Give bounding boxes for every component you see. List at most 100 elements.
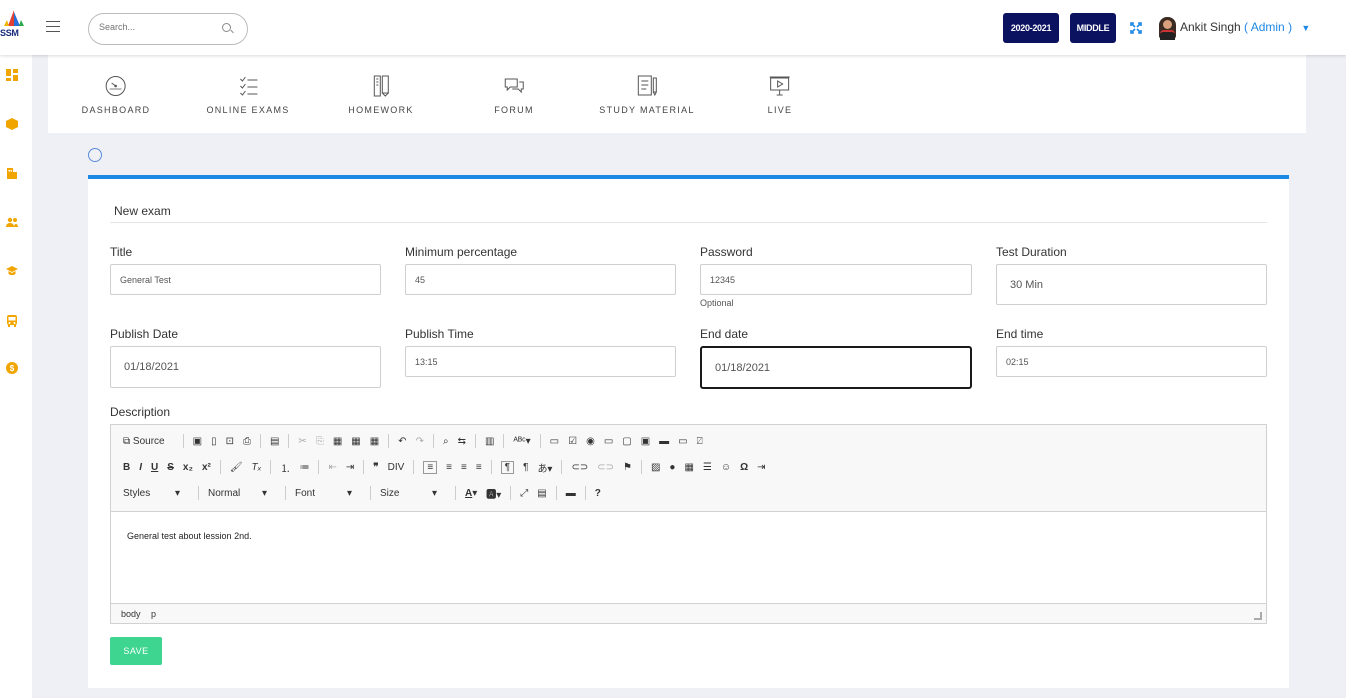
paste-word-icon[interactable]: ▦ bbox=[370, 436, 379, 447]
save-button[interactable]: SAVE bbox=[110, 637, 162, 665]
nav-forum[interactable]: FORUM bbox=[494, 75, 534, 115]
checkbox-icon[interactable]: ☑ bbox=[568, 436, 577, 447]
nav-dashboard[interactable]: DASHBOARD bbox=[82, 75, 151, 115]
copy-icon[interactable]: ⎘ bbox=[316, 436, 324, 447]
search-input[interactable] bbox=[99, 22, 209, 32]
unlink-icon[interactable]: ⊂⊃ bbox=[597, 462, 614, 473]
fullscreen-icon[interactable] bbox=[1130, 22, 1142, 34]
smiley-icon[interactable]: ☺ bbox=[721, 462, 731, 473]
numbered-list-icon[interactable]: ⒈ bbox=[280, 460, 290, 475]
styles-combo[interactable]: Styles ▾ bbox=[123, 488, 189, 499]
print-icon[interactable]: ⎙ bbox=[243, 436, 251, 447]
source-button[interactable]: ⧉ Source bbox=[123, 436, 174, 447]
button-field-icon[interactable]: ▬ bbox=[659, 436, 669, 447]
redo-icon[interactable]: ↷ bbox=[416, 436, 424, 447]
table-icon[interactable]: ▦ bbox=[684, 462, 693, 473]
form-icon[interactable]: ▭ bbox=[550, 436, 559, 447]
page-break-icon[interactable]: ⇥ bbox=[757, 462, 765, 473]
font-combo[interactable]: Font ▾ bbox=[295, 488, 361, 499]
back-icon[interactable] bbox=[88, 148, 102, 162]
menu-toggle-icon[interactable] bbox=[46, 21, 60, 32]
title-input[interactable]: General Test bbox=[110, 264, 381, 295]
find-icon[interactable]: ⌕ bbox=[443, 436, 449, 447]
italic-icon[interactable]: I bbox=[139, 462, 142, 473]
caret-down-icon[interactable]: ▼ bbox=[1301, 23, 1310, 33]
help-icon[interactable]: ? bbox=[595, 488, 601, 499]
flash-icon[interactable]: ● bbox=[669, 462, 675, 473]
app-logo[interactable]: SSM bbox=[0, 10, 28, 42]
image-button-icon[interactable]: ▭ bbox=[678, 436, 687, 447]
end-date-input[interactable]: 01/18/2021 bbox=[700, 346, 972, 389]
copy-format-icon[interactable]: 🖌 bbox=[230, 462, 243, 473]
path-body[interactable]: body bbox=[121, 609, 141, 619]
coin-icon[interactable]: $ bbox=[6, 362, 18, 374]
publish-time-input[interactable]: 13:15 bbox=[405, 346, 676, 377]
anchor-flag-icon[interactable]: ⚑ bbox=[623, 462, 632, 473]
password-input[interactable]: 12345 bbox=[700, 264, 972, 295]
spellcheck-icon[interactable]: ᴬᴮᶜ▾ bbox=[513, 436, 530, 447]
link-icon[interactable]: ⊂⊃ bbox=[571, 462, 588, 473]
radio-icon[interactable]: ◉ bbox=[586, 436, 595, 447]
preview-icon[interactable]: ⊡ bbox=[226, 436, 234, 447]
resize-grip-icon[interactable] bbox=[1254, 612, 1262, 620]
rtl-icon[interactable]: ¶ bbox=[523, 462, 528, 473]
textarea-icon[interactable]: ▢ bbox=[622, 436, 631, 447]
cut-icon[interactable]: ✂ bbox=[298, 436, 306, 447]
publish-date-input[interactable]: 01/18/2021 bbox=[110, 346, 381, 388]
session-year-button[interactable]: 2020-2021 bbox=[1003, 13, 1059, 43]
search-icon[interactable] bbox=[222, 23, 231, 32]
div-container-icon[interactable]: DIV bbox=[388, 462, 405, 473]
min-percentage-input[interactable]: 45 bbox=[405, 264, 676, 295]
horizontal-line-icon[interactable]: ☰ bbox=[703, 462, 712, 473]
align-right-icon[interactable]: ≡ bbox=[461, 462, 467, 473]
size-combo[interactable]: Size ▾ bbox=[380, 488, 446, 499]
user-menu[interactable]: Ankit Singh ( Admin ) ▼ bbox=[1180, 20, 1310, 34]
users-icon[interactable] bbox=[6, 216, 18, 228]
special-char-icon[interactable]: Ω bbox=[740, 462, 748, 473]
bulleted-list-icon[interactable]: ≔ bbox=[299, 462, 309, 473]
undo-icon[interactable]: ↶ bbox=[398, 436, 406, 447]
duration-input[interactable]: 30 Min bbox=[996, 264, 1267, 305]
underline-icon[interactable]: U bbox=[151, 462, 158, 473]
replace-icon[interactable]: ⇆ bbox=[458, 436, 466, 447]
image-icon[interactable]: ▨ bbox=[651, 462, 660, 473]
search-box[interactable] bbox=[88, 13, 248, 45]
nav-study-material[interactable]: STUDY MATERIAL bbox=[599, 75, 694, 115]
justify-icon[interactable]: ≡ bbox=[476, 462, 482, 473]
path-p[interactable]: p bbox=[151, 609, 156, 619]
ltr-icon[interactable]: ¶ bbox=[500, 460, 515, 474]
maximize-icon[interactable]: ⤢ bbox=[520, 488, 528, 499]
text-color-icon[interactable]: A▾ bbox=[465, 488, 477, 499]
language-icon[interactable]: あ▾ bbox=[537, 460, 552, 475]
cube-icon[interactable] bbox=[6, 118, 18, 130]
paste-icon[interactable]: ▦ bbox=[333, 436, 342, 447]
dashboard-icon[interactable] bbox=[6, 69, 18, 81]
avatar[interactable] bbox=[1159, 17, 1176, 40]
nav-live[interactable]: LIVE bbox=[768, 75, 793, 115]
about-icon[interactable]: ▬ bbox=[566, 488, 576, 499]
align-center-icon[interactable]: ≡ bbox=[446, 462, 452, 473]
graduation-cap-icon[interactable] bbox=[6, 265, 18, 277]
new-page-icon[interactable]: ▯ bbox=[211, 436, 217, 447]
paste-text-icon[interactable]: ▦ bbox=[351, 436, 360, 447]
bold-icon[interactable]: B bbox=[123, 462, 130, 473]
editor-content[interactable]: General test about lession 2nd. bbox=[127, 531, 252, 541]
templates-icon[interactable]: ▤ bbox=[270, 436, 279, 447]
bg-color-icon[interactable]: 🅰▾ bbox=[486, 486, 501, 501]
remove-format-icon[interactable]: Tₓ bbox=[252, 462, 262, 473]
indent-icon[interactable]: ⇥ bbox=[346, 462, 354, 473]
rich-text-editor[interactable]: ⧉ Source ▣ ▯ ⊡ ⎙ ▤ ✂ ⎘ ▦ ▦ ▦ ↶ ↷ ⌕ ⇆ ▥ ᴬ… bbox=[110, 424, 1267, 624]
subscript-icon[interactable]: x₂ bbox=[183, 462, 193, 473]
strike-icon[interactable]: S bbox=[167, 462, 174, 473]
section-button[interactable]: MIDDLE bbox=[1070, 13, 1116, 43]
end-time-input[interactable]: 02:15 bbox=[996, 346, 1267, 377]
format-combo[interactable]: Normal ▾ bbox=[208, 488, 276, 499]
blockquote-icon[interactable]: ❞ bbox=[373, 462, 378, 473]
superscript-icon[interactable]: x² bbox=[202, 462, 211, 473]
select-field-icon[interactable]: ▣ bbox=[641, 436, 650, 447]
show-blocks-icon[interactable]: ▤ bbox=[537, 488, 546, 499]
building-icon[interactable] bbox=[6, 167, 18, 179]
align-left-icon[interactable]: ≡ bbox=[423, 460, 438, 474]
select-all-icon[interactable]: ▥ bbox=[485, 436, 494, 447]
nav-homework[interactable]: HOMEWORK bbox=[348, 75, 413, 115]
